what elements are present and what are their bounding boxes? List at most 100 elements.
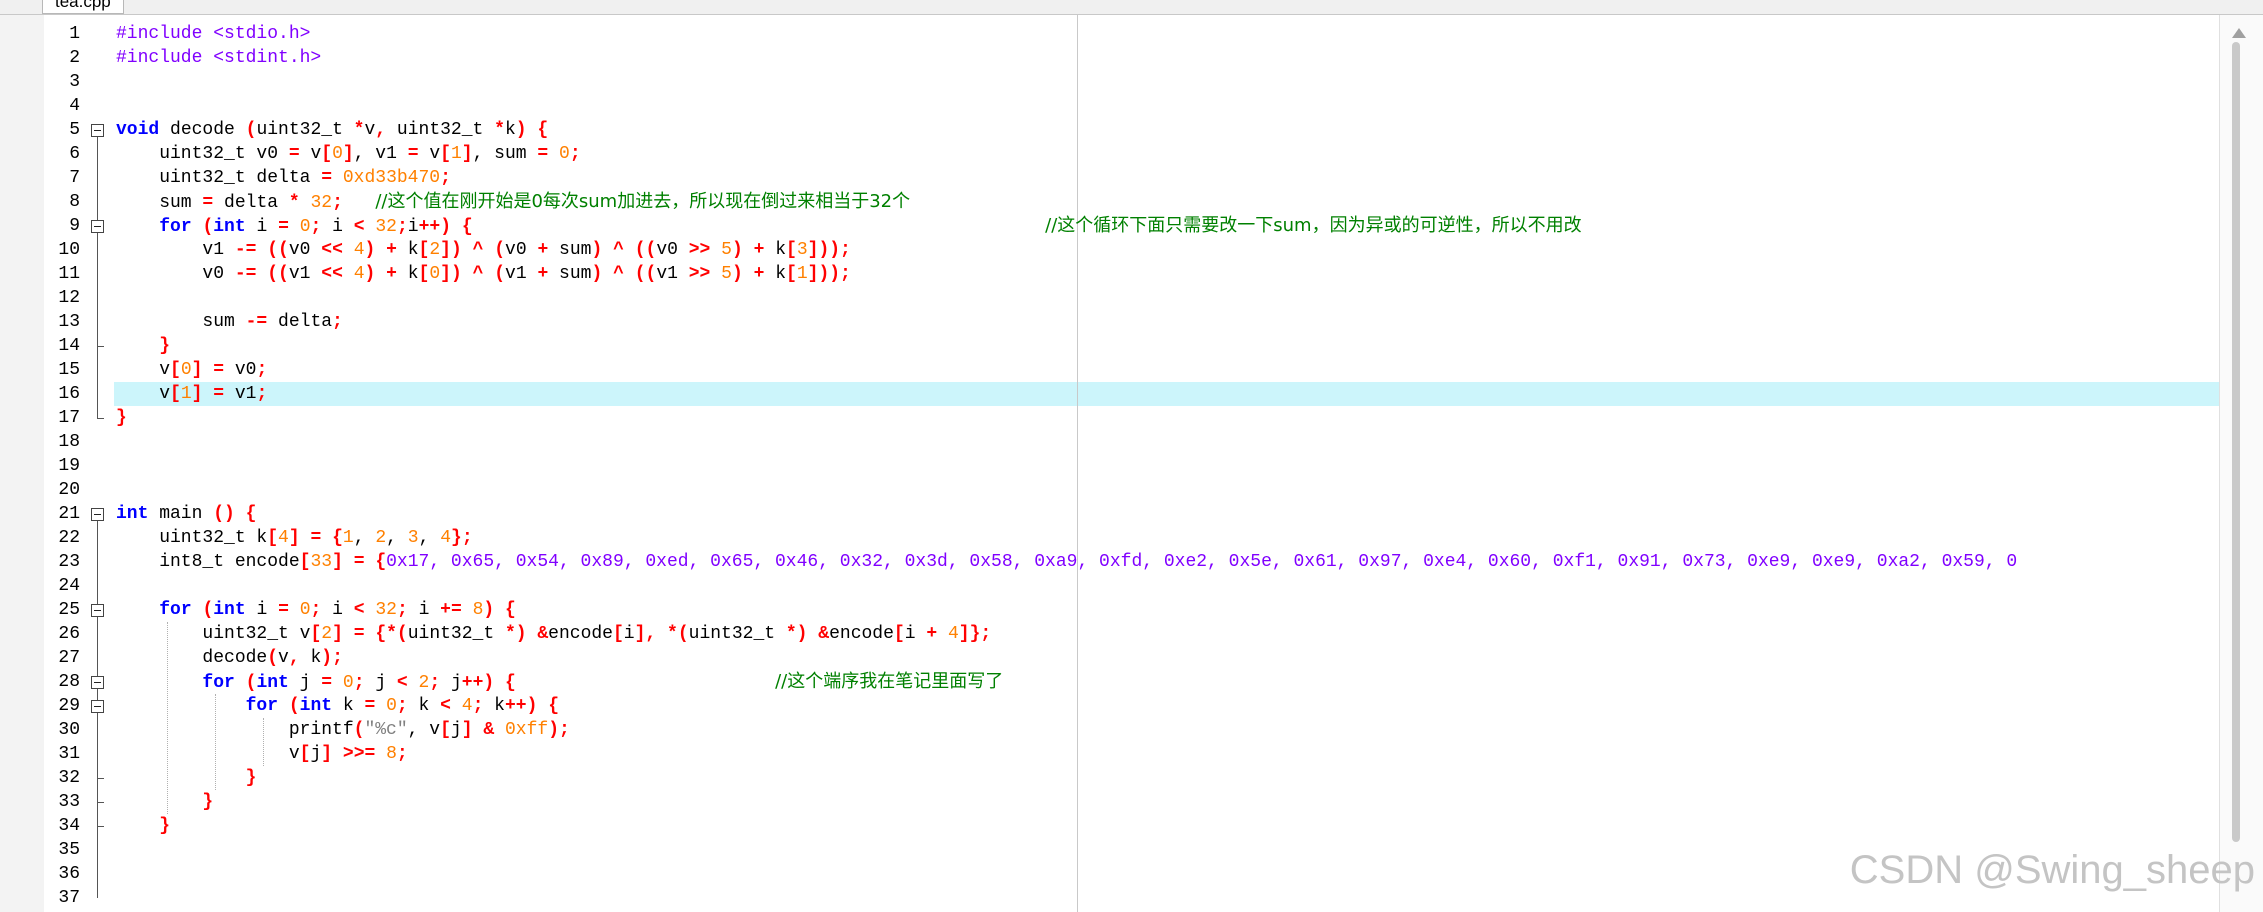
code-line[interactable]: 4	[0, 94, 2263, 118]
code-line[interactable]: 3	[0, 70, 2263, 94]
code-text: for (int i = 0; i < 32; i += 8) {	[116, 598, 516, 622]
code-line[interactable]: 9 for (int i = 0; i < 32;i++) { //这个循环下面…	[0, 214, 2263, 238]
code-token: ;	[396, 600, 408, 620]
line-number: 5	[69, 120, 80, 140]
code-token: =	[321, 673, 333, 693]
code-token: uint32_t v0	[116, 144, 289, 164]
fold-collapse-icon[interactable]	[91, 220, 104, 233]
code-line[interactable]: 7 uint32_t delta = 0xd33b470;	[0, 166, 2263, 190]
code-text: for (int k = 0; k < 4; k++) {	[116, 694, 559, 718]
fold-collapse-icon[interactable]	[91, 676, 104, 689]
line-number: 15	[58, 360, 80, 380]
code-line[interactable]: 17}	[0, 406, 2263, 430]
code-line[interactable]: 26 uint32_t v[2] = {*(uint32_t *) &encod…	[0, 622, 2263, 646]
code-line[interactable]: 6 uint32_t v0 = v[0], v1 = v[1], sum = 0…	[0, 142, 2263, 166]
code-token: -=	[234, 264, 257, 284]
code-line[interactable]: 16 v[1] = v1;	[0, 382, 2263, 406]
code-line[interactable]: 22 uint32_t k[4] = {1, 2, 3, 4};	[0, 526, 2263, 550]
code-line[interactable]: 29 for (int k = 0; k < 4; k++) {	[0, 694, 2263, 718]
code-line[interactable]: 21 int main () {	[0, 502, 2263, 526]
line-number: 14	[58, 336, 80, 356]
code-line[interactable]: 23 int8_t encode[33] = {0x17, 0x65, 0x54…	[0, 550, 2263, 574]
code-token: 0	[299, 217, 311, 237]
code-token: v1	[364, 144, 408, 164]
code-token: ++	[504, 696, 527, 716]
code-line[interactable]: 8 sum = delta * 32; //这个值在刚开始是0每次sum加进去，…	[0, 190, 2263, 214]
code-token: delta	[213, 193, 289, 213]
code-line[interactable]: 33 }	[0, 790, 2263, 814]
fold-collapse-icon[interactable]	[91, 604, 104, 617]
code-token: 0	[429, 264, 441, 284]
code-line[interactable]: 1 #include <stdio.h>	[0, 22, 2263, 46]
line-number: 12	[58, 288, 80, 308]
code-token: 3	[407, 528, 419, 548]
line-number: 37	[58, 888, 80, 908]
code-line[interactable]: 25 for (int i = 0; i < 32; i += 8) {	[0, 598, 2263, 622]
code-token: v	[116, 384, 171, 404]
code-line[interactable]: 18	[0, 430, 2263, 454]
code-token: )	[364, 240, 376, 260]
code-token: 0	[180, 360, 192, 380]
code-token: j	[310, 744, 322, 764]
code-line[interactable]: 34 }	[0, 814, 2263, 838]
code-line[interactable]: 14 }	[0, 334, 2263, 358]
code-text: int8_t encode[33] = {0x17, 0x65, 0x54, 0…	[116, 550, 2017, 574]
fold-collapse-icon[interactable]	[91, 508, 104, 521]
code-token: 0	[386, 696, 397, 716]
code-token: *	[288, 193, 300, 213]
tab-bar: tea.cpp	[0, 0, 2263, 15]
code-token: <	[353, 217, 365, 237]
code-token: ]	[461, 720, 473, 740]
line-number: 18	[58, 432, 80, 452]
code-token: =	[537, 144, 549, 164]
code-token: k	[764, 264, 787, 284]
code-line[interactable]: 19	[0, 454, 2263, 478]
code-line[interactable]: 27 decode(v, k);	[0, 646, 2263, 670]
code-token: ++	[418, 217, 441, 237]
code-token: j	[440, 673, 462, 693]
code-line[interactable]: 11 v0 -= ((v1 << 4) + k[0]) ^ (v1 + sum)…	[0, 262, 2263, 286]
code-token: 4	[947, 624, 959, 644]
code-line[interactable]: 2 #include <stdint.h>	[0, 46, 2263, 70]
code-line[interactable]: 13 sum -= delta;	[0, 310, 2263, 334]
code-line[interactable]: 5 void decode (uint32_t *v, uint32_t *k) …	[0, 118, 2263, 142]
code-token: {	[537, 120, 549, 140]
code-line[interactable]: 10 v1 -= ((v0 << 4) + k[2]) ^ (v0 + sum)…	[0, 238, 2263, 262]
scrollbar-thumb[interactable]	[2232, 42, 2240, 842]
scroll-up-arrow-icon[interactable]	[2232, 28, 2246, 38]
code-token: ;	[332, 312, 343, 332]
code-line[interactable]: 32 }	[0, 766, 2263, 790]
code-line[interactable]: 30 printf("%c", v[j] & 0xff);	[0, 718, 2263, 742]
fold-end-tick	[97, 802, 104, 803]
code-token: 3	[796, 240, 808, 260]
code-token: ]	[321, 744, 333, 764]
code-line[interactable]: 31 v[j] >>= 8;	[0, 742, 2263, 766]
code-line[interactable]: 20	[0, 478, 2263, 502]
code-token: 2	[321, 624, 333, 644]
code-line[interactable]: 24	[0, 574, 2263, 598]
fold-collapse-icon[interactable]	[91, 700, 104, 713]
code-token: 2	[418, 673, 430, 693]
code-token: 0x17, 0x65, 0x54, 0x89, 0xed, 0x65, 0x46…	[386, 552, 2018, 572]
code-text: void decode (uint32_t *v, uint32_t *k) {	[116, 118, 548, 142]
code-line[interactable]: 12	[0, 286, 2263, 310]
code-token: )	[364, 264, 376, 284]
code-line[interactable]: 28 for (int j = 0; j < 2; j++) { //这个端序我…	[0, 670, 2263, 694]
code-token: 5	[721, 264, 732, 284]
code-token: ((	[267, 240, 289, 260]
vertical-scrollbar[interactable]	[2219, 15, 2263, 912]
fold-collapse-icon[interactable]	[91, 124, 104, 137]
code-line[interactable]: 15 v[0] = v0;	[0, 358, 2263, 382]
tab-tea-cpp[interactable]: tea.cpp	[42, 0, 124, 14]
code-token: +	[537, 264, 549, 284]
